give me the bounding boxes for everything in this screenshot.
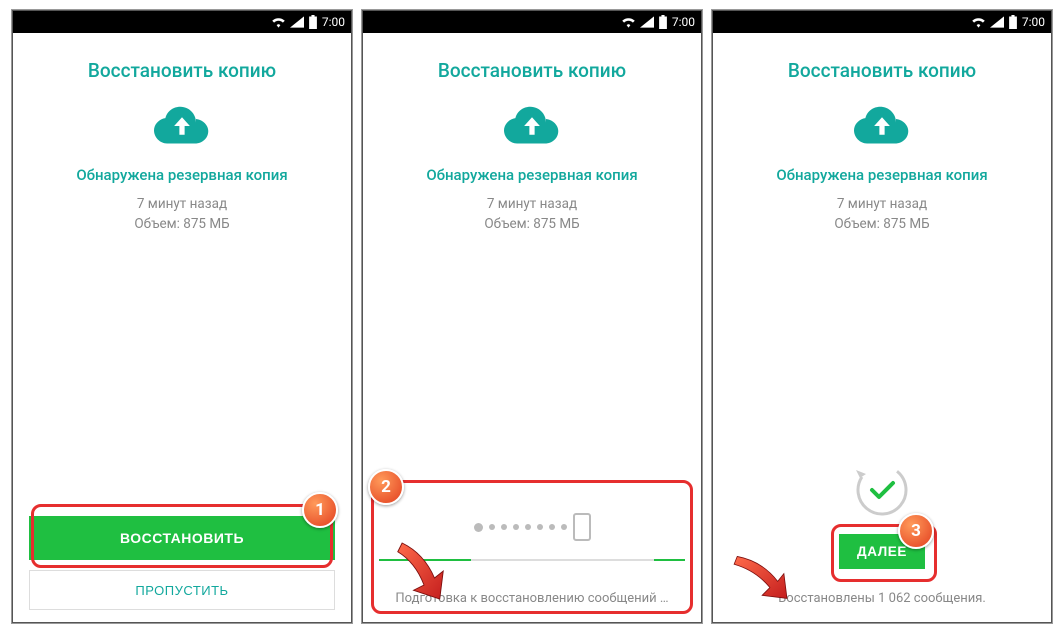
phone-screen-2: 7:00 Восстановить копию Обнаружена резер… xyxy=(362,10,702,623)
backup-size: Объем: 875 МБ xyxy=(484,214,579,234)
phone-outline-icon xyxy=(573,513,591,541)
backup-meta: 7 минут назад Объем: 875 МБ xyxy=(484,194,579,235)
cloud-upload-icon xyxy=(854,106,910,146)
status-bar: 7:00 xyxy=(363,11,701,33)
backup-when: 7 минут назад xyxy=(134,194,229,214)
restored-status-text: Восстановлены 1 062 сообщения. xyxy=(778,591,986,606)
battery-icon xyxy=(1008,15,1018,29)
backup-meta: 7 минут назад Объем: 875 МБ xyxy=(834,194,929,235)
page-title: Восстановить копию xyxy=(438,59,626,82)
battery-icon xyxy=(658,15,668,29)
backup-found-label: Обнаружена резервная копия xyxy=(76,166,287,184)
done-checkmark-icon xyxy=(854,462,910,518)
backup-meta: 7 минут назад Объем: 875 МБ xyxy=(134,194,229,235)
signal-icon xyxy=(640,16,654,28)
cloud-upload-icon xyxy=(504,106,560,146)
battery-icon xyxy=(308,15,318,29)
phone-screen-3: 7:00 Восстановить копию Обнаружена резер… xyxy=(712,10,1052,623)
signal-icon xyxy=(290,16,304,28)
status-bar: 7:00 xyxy=(713,11,1051,33)
page-title: Восстановить копию xyxy=(88,59,276,82)
status-time: 7:00 xyxy=(672,15,695,29)
backup-size: Объем: 875 МБ xyxy=(834,214,929,234)
phone-screen-1: 7:00 Восстановить копию Обнаружена резер… xyxy=(12,10,352,623)
skip-button[interactable]: ПРОПУСТИТЬ xyxy=(29,570,335,610)
restoring-animation xyxy=(379,513,685,541)
backup-when: 7 минут назад xyxy=(834,194,929,214)
wifi-icon xyxy=(971,16,986,28)
status-time: 7:00 xyxy=(322,15,345,29)
status-bar: 7:00 xyxy=(13,11,351,33)
signal-icon xyxy=(990,16,1004,28)
cloud-upload-icon xyxy=(154,106,210,146)
progress-bar xyxy=(379,559,685,561)
restoring-status-text: Подготовка к восстановлению сообщений … xyxy=(395,591,668,606)
backup-when: 7 минут назад xyxy=(484,194,579,214)
backup-found-label: Обнаружена резервная копия xyxy=(776,166,987,184)
next-button[interactable]: ДАЛЕЕ xyxy=(839,534,925,569)
wifi-icon xyxy=(271,16,286,28)
restore-button[interactable]: ВОССТАНОВИТЬ xyxy=(29,516,335,560)
wifi-icon xyxy=(621,16,636,28)
backup-found-label: Обнаружена резервная копия xyxy=(426,166,637,184)
page-title: Восстановить копию xyxy=(788,59,976,82)
status-time: 7:00 xyxy=(1022,15,1045,29)
backup-size: Объем: 875 МБ xyxy=(134,214,229,234)
